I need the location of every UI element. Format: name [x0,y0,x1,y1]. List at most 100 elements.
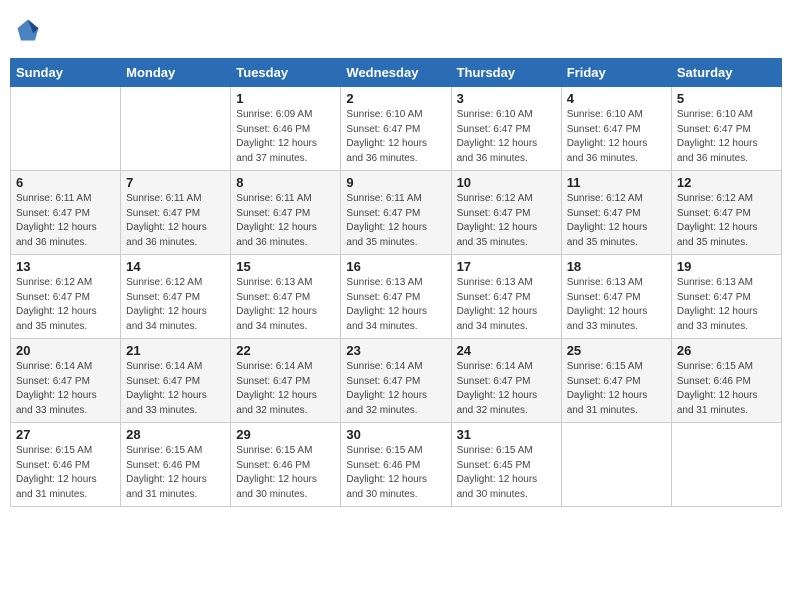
day-number: 12 [677,175,776,190]
day-number: 15 [236,259,335,274]
day-of-week-header: Friday [561,59,671,87]
day-number: 13 [16,259,115,274]
day-number: 18 [567,259,666,274]
day-info: Sunrise: 6:12 AM Sunset: 6:47 PM Dayligh… [16,276,115,334]
day-info: Sunrise: 6:13 AM Sunset: 6:47 PM Dayligh… [236,276,335,334]
day-number: 3 [457,91,556,106]
calendar-cell: 16 Sunrise: 6:13 AM Sunset: 6:47 PM Dayli… [341,255,451,339]
calendar-cell: 20 Sunrise: 6:14 AM Sunset: 6:47 PM Dayli… [11,339,121,423]
day-number: 16 [346,259,445,274]
day-number: 29 [236,427,335,442]
day-number: 2 [346,91,445,106]
calendar-cell: 3 Sunrise: 6:10 AM Sunset: 6:47 PM Daylig… [451,87,561,171]
day-number: 23 [346,343,445,358]
day-number: 20 [16,343,115,358]
day-info: Sunrise: 6:11 AM Sunset: 6:47 PM Dayligh… [126,192,225,250]
day-info: Sunrise: 6:13 AM Sunset: 6:47 PM Dayligh… [346,276,445,334]
calendar-cell: 15 Sunrise: 6:13 AM Sunset: 6:47 PM Dayli… [231,255,341,339]
day-info: Sunrise: 6:15 AM Sunset: 6:46 PM Dayligh… [236,444,335,502]
calendar-cell [561,423,671,507]
day-info: Sunrise: 6:09 AM Sunset: 6:46 PM Dayligh… [236,108,335,166]
logo [14,16,46,44]
calendar-week-row: 13 Sunrise: 6:12 AM Sunset: 6:47 PM Dayli… [11,255,782,339]
day-info: Sunrise: 6:14 AM Sunset: 6:47 PM Dayligh… [346,360,445,418]
day-info: Sunrise: 6:12 AM Sunset: 6:47 PM Dayligh… [457,192,556,250]
page-header [10,10,782,50]
day-info: Sunrise: 6:15 AM Sunset: 6:46 PM Dayligh… [16,444,115,502]
calendar-cell: 12 Sunrise: 6:12 AM Sunset: 6:47 PM Dayli… [671,171,781,255]
calendar-week-row: 1Sunrise: 6:09 AM Sunset: 6:46 PM Daylig… [11,87,782,171]
day-info: Sunrise: 6:15 AM Sunset: 6:46 PM Dayligh… [677,360,776,418]
day-info: Sunrise: 6:10 AM Sunset: 6:47 PM Dayligh… [567,108,666,166]
day-info: Sunrise: 6:10 AM Sunset: 6:47 PM Dayligh… [457,108,556,166]
day-info: Sunrise: 6:14 AM Sunset: 6:47 PM Dayligh… [16,360,115,418]
calendar-week-row: 6 Sunrise: 6:11 AM Sunset: 6:47 PM Daylig… [11,171,782,255]
day-info: Sunrise: 6:11 AM Sunset: 6:47 PM Dayligh… [16,192,115,250]
day-number: 19 [677,259,776,274]
day-info: Sunrise: 6:14 AM Sunset: 6:47 PM Dayligh… [236,360,335,418]
day-number: 24 [457,343,556,358]
day-info: Sunrise: 6:10 AM Sunset: 6:47 PM Dayligh… [346,108,445,166]
day-info: Sunrise: 6:13 AM Sunset: 6:47 PM Dayligh… [457,276,556,334]
day-number: 5 [677,91,776,106]
day-number: 30 [346,427,445,442]
day-number: 22 [236,343,335,358]
calendar-cell: 19 Sunrise: 6:13 AM Sunset: 6:47 PM Dayli… [671,255,781,339]
day-info: Sunrise: 6:15 AM Sunset: 6:47 PM Dayligh… [567,360,666,418]
day-info: Sunrise: 6:12 AM Sunset: 6:47 PM Dayligh… [567,192,666,250]
day-number: 27 [16,427,115,442]
day-number: 7 [126,175,225,190]
day-info: Sunrise: 6:12 AM Sunset: 6:47 PM Dayligh… [126,276,225,334]
calendar-cell: 8 Sunrise: 6:11 AM Sunset: 6:47 PM Daylig… [231,171,341,255]
logo-icon [14,16,42,44]
day-number: 14 [126,259,225,274]
calendar-cell: 6 Sunrise: 6:11 AM Sunset: 6:47 PM Daylig… [11,171,121,255]
day-of-week-header: Tuesday [231,59,341,87]
day-number: 6 [16,175,115,190]
calendar-cell: 24Sunrise: 6:14 AM Sunset: 6:47 PM Dayli… [451,339,561,423]
day-of-week-header: Sunday [11,59,121,87]
calendar-cell: 11 Sunrise: 6:12 AM Sunset: 6:47 PM Dayli… [561,171,671,255]
day-number: 28 [126,427,225,442]
calendar-cell [671,423,781,507]
calendar-cell: 2 Sunrise: 6:10 AM Sunset: 6:47 PM Daylig… [341,87,451,171]
calendar-cell: 27 Sunrise: 6:15 AM Sunset: 6:46 PM Dayli… [11,423,121,507]
calendar-cell: 26Sunrise: 6:15 AM Sunset: 6:46 PM Dayli… [671,339,781,423]
day-of-week-header: Wednesday [341,59,451,87]
calendar-cell: 9 Sunrise: 6:11 AM Sunset: 6:47 PM Daylig… [341,171,451,255]
day-of-week-header: Thursday [451,59,561,87]
day-number: 8 [236,175,335,190]
day-number: 25 [567,343,666,358]
calendar-cell: 30 Sunrise: 6:15 AM Sunset: 6:46 PM Dayli… [341,423,451,507]
calendar-cell: 22 Sunrise: 6:14 AM Sunset: 6:47 PM Dayli… [231,339,341,423]
calendar-cell: 4Sunrise: 6:10 AM Sunset: 6:47 PM Daylig… [561,87,671,171]
calendar-cell: 28 Sunrise: 6:15 AM Sunset: 6:46 PM Dayli… [121,423,231,507]
calendar-cell: 14 Sunrise: 6:12 AM Sunset: 6:47 PM Dayli… [121,255,231,339]
calendar-cell [11,87,121,171]
day-info: Sunrise: 6:15 AM Sunset: 6:45 PM Dayligh… [457,444,556,502]
calendar-cell: 10 Sunrise: 6:12 AM Sunset: 6:47 PM Dayli… [451,171,561,255]
calendar-cell: 5Sunrise: 6:10 AM Sunset: 6:47 PM Daylig… [671,87,781,171]
calendar-cell: 23 Sunrise: 6:14 AM Sunset: 6:47 PM Dayli… [341,339,451,423]
calendar-table: SundayMondayTuesdayWednesdayThursdayFrid… [10,58,782,507]
day-info: Sunrise: 6:11 AM Sunset: 6:47 PM Dayligh… [346,192,445,250]
calendar-cell: 7 Sunrise: 6:11 AM Sunset: 6:47 PM Daylig… [121,171,231,255]
day-info: Sunrise: 6:13 AM Sunset: 6:47 PM Dayligh… [677,276,776,334]
day-number: 10 [457,175,556,190]
calendar-cell: 31 Sunrise: 6:15 AM Sunset: 6:45 PM Dayli… [451,423,561,507]
day-info: Sunrise: 6:15 AM Sunset: 6:46 PM Dayligh… [346,444,445,502]
calendar-cell: 29 Sunrise: 6:15 AM Sunset: 6:46 PM Dayli… [231,423,341,507]
calendar-week-row: 20 Sunrise: 6:14 AM Sunset: 6:47 PM Dayli… [11,339,782,423]
day-info: Sunrise: 6:14 AM Sunset: 6:47 PM Dayligh… [126,360,225,418]
day-number: 31 [457,427,556,442]
calendar-cell: 13 Sunrise: 6:12 AM Sunset: 6:47 PM Dayli… [11,255,121,339]
calendar-cell: 18Sunrise: 6:13 AM Sunset: 6:47 PM Dayli… [561,255,671,339]
calendar-cell: 21Sunrise: 6:14 AM Sunset: 6:47 PM Dayli… [121,339,231,423]
day-info: Sunrise: 6:12 AM Sunset: 6:47 PM Dayligh… [677,192,776,250]
day-info: Sunrise: 6:15 AM Sunset: 6:46 PM Dayligh… [126,444,225,502]
day-number: 11 [567,175,666,190]
calendar-cell: 17Sunrise: 6:13 AM Sunset: 6:47 PM Dayli… [451,255,561,339]
day-number: 9 [346,175,445,190]
day-info: Sunrise: 6:11 AM Sunset: 6:47 PM Dayligh… [236,192,335,250]
calendar-cell [121,87,231,171]
